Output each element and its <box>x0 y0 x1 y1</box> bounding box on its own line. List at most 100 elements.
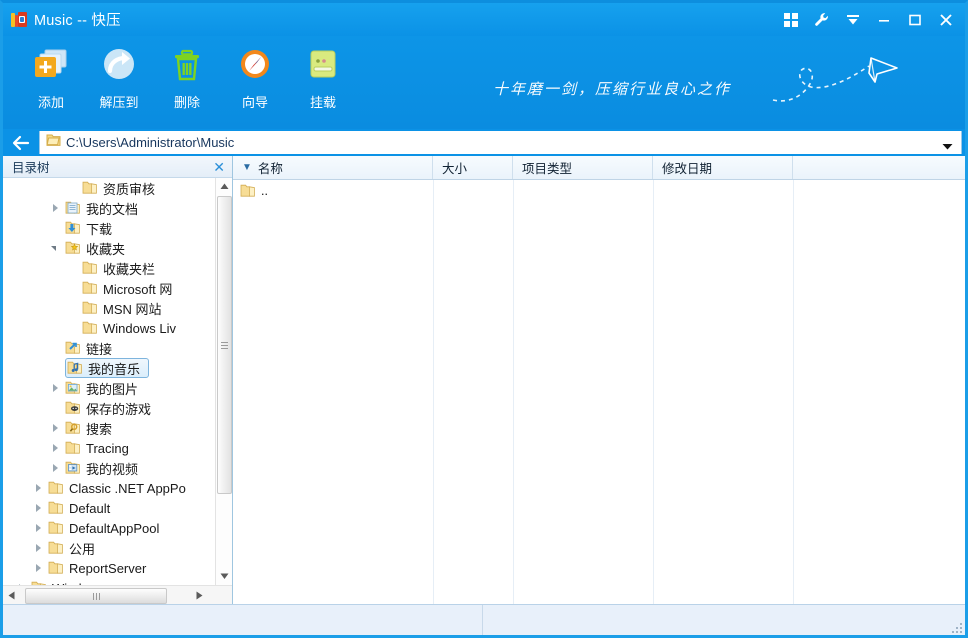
add-folder-icon <box>32 43 70 87</box>
file-list-column-headers: ▼名称大小项目类型修改日期 <box>233 156 965 180</box>
title-bar-buttons <box>775 3 961 36</box>
expand-triangle-icon[interactable] <box>34 543 45 554</box>
expand-triangle-icon[interactable] <box>51 463 62 474</box>
toolbar-button-mount[interactable]: 挂载 <box>289 43 357 111</box>
collapse-triangle-icon[interactable] <box>51 243 62 254</box>
tree-node[interactable]: ReportServer <box>3 558 216 578</box>
column-header[interactable]: ▼名称 <box>233 156 433 179</box>
expand-triangle-icon[interactable] <box>34 503 45 514</box>
skin-grid-button[interactable] <box>775 4 806 35</box>
content-area: 目录树 ✕ 资质审核我的文档下载收藏夹收藏夹栏Microsoft 网MSN 网站… <box>3 156 965 604</box>
chevron-down-icon[interactable] <box>942 137 953 155</box>
menu-button[interactable] <box>837 4 868 35</box>
grip-icon <box>93 593 100 600</box>
toolbar-button-delete[interactable]: 删除 <box>153 43 221 111</box>
tree-node[interactable]: Tracing <box>3 438 216 458</box>
tree-vertical-scrollbar[interactable] <box>215 178 232 585</box>
toolbar-button-extract[interactable]: 解压到 <box>85 43 153 111</box>
tree-node[interactable]: 收藏夹 <box>3 238 216 258</box>
tree-hscroll-thumb[interactable] <box>25 588 167 604</box>
settings-button[interactable] <box>806 4 837 35</box>
mount-drive-icon <box>304 43 342 87</box>
column-header[interactable] <box>793 156 965 179</box>
expand-triangle-icon[interactable] <box>51 443 62 454</box>
column-header[interactable]: 项目类型 <box>513 156 653 179</box>
tree-node[interactable]: DefaultAppPool <box>3 518 216 538</box>
tree-node-label: 我的视频 <box>86 459 142 478</box>
column-header[interactable]: 修改日期 <box>653 156 793 179</box>
tree-node[interactable]: 搜索 <box>3 418 216 438</box>
tree-node-label: 下载 <box>86 219 116 238</box>
scroll-left-button[interactable] <box>3 586 20 604</box>
minimize-button[interactable] <box>868 4 899 35</box>
tree-node[interactable]: Classic .NET AppPo <box>3 478 216 498</box>
table-row[interactable]: .. <box>233 180 965 202</box>
tree-node-label: 我的图片 <box>86 379 142 398</box>
tree-body: 资质审核我的文档下载收藏夹收藏夹栏Microsoft 网MSN 网站Window… <box>3 178 232 585</box>
wrench-icon <box>814 12 830 28</box>
tree-node-label: 我的音乐 <box>88 359 144 378</box>
scroll-up-button[interactable] <box>216 178 232 195</box>
expand-triangle-icon[interactable] <box>51 383 62 394</box>
toolbar-button-wizard[interactable]: 向导 <box>221 43 289 111</box>
address-input[interactable]: C:\Users\Administrator\Music <box>39 131 962 154</box>
tree-node[interactable]: 我的图片 <box>3 378 216 398</box>
back-button[interactable] <box>3 129 39 156</box>
maximize-button[interactable] <box>899 4 930 35</box>
tree-node[interactable]: Microsoft 网 <box>3 278 216 298</box>
address-bar: C:\Users\Administrator\Music <box>3 129 965 156</box>
searches-icon <box>65 420 81 436</box>
tree-scroll-thumb[interactable] <box>217 196 232 494</box>
close-button[interactable] <box>930 4 961 35</box>
tree-node[interactable]: 保存的游戏 <box>3 398 216 418</box>
expand-triangle-icon[interactable] <box>34 523 45 534</box>
column-divider <box>793 180 794 604</box>
tree-node[interactable]: 收藏夹栏 <box>3 258 216 278</box>
tree-node-label: 保存的游戏 <box>86 399 155 418</box>
tree-node[interactable]: Windows Liv <box>3 318 216 338</box>
tree-node-content: Windows Liv <box>82 319 180 337</box>
grip-icon <box>221 342 228 349</box>
tree-node-label: 我的文档 <box>86 199 142 218</box>
tree-node-content: 收藏夹栏 <box>82 259 159 277</box>
tree-node-content: Default <box>48 499 114 517</box>
tree-node[interactable]: 我的音乐 <box>3 358 216 378</box>
expand-triangle-icon[interactable] <box>34 563 45 574</box>
expand-triangle-icon[interactable] <box>51 423 62 434</box>
expand-triangle-icon[interactable] <box>51 203 62 214</box>
tree-horizontal-scrollbar[interactable] <box>3 585 232 604</box>
tree-node[interactable]: 我的视频 <box>3 458 216 478</box>
tree-node-label: Default <box>69 501 114 516</box>
promo-slogan: 十年磨一剑，压缩行业良心之作 <box>493 78 731 99</box>
tree-node-label: Classic .NET AppPo <box>69 481 190 496</box>
tree-node-label: 链接 <box>86 339 116 358</box>
tree-node[interactable]: 下载 <box>3 218 216 238</box>
folder-icon <box>46 133 61 152</box>
title-bar: Music -- 快压 <box>3 3 965 36</box>
tree-node[interactable]: Windows <box>3 578 216 585</box>
window-title: Music -- 快压 <box>34 9 121 30</box>
folder-icon <box>65 440 81 456</box>
scroll-right-button[interactable] <box>191 586 208 604</box>
column-header[interactable]: 大小 <box>433 156 513 179</box>
tree-node-content: 资质审核 <box>82 179 159 197</box>
resize-grip-icon[interactable] <box>950 621 962 633</box>
tree-node[interactable]: MSN 网站 <box>3 298 216 318</box>
status-bar <box>3 604 965 635</box>
tree-close-button[interactable]: ✕ <box>213 160 225 174</box>
tree-node[interactable]: 资质审核 <box>3 178 216 198</box>
tree-node[interactable]: Default <box>3 498 216 518</box>
scroll-down-button[interactable] <box>216 568 232 585</box>
tree-node[interactable]: 链接 <box>3 338 216 358</box>
toolbar-button-add[interactable]: 添加 <box>17 43 85 111</box>
column-header-label: 名称 <box>258 158 283 177</box>
column-divider <box>653 180 654 604</box>
tree-node[interactable]: 我的文档 <box>3 198 216 218</box>
maximize-icon <box>908 14 922 26</box>
status-pane-left <box>3 605 483 635</box>
tree-node[interactable]: 公用 <box>3 538 216 558</box>
folder-icon <box>48 520 64 536</box>
tree-panel-header: 目录树 ✕ <box>3 156 232 178</box>
saved-games-icon <box>65 400 81 416</box>
expand-triangle-icon[interactable] <box>34 483 45 494</box>
